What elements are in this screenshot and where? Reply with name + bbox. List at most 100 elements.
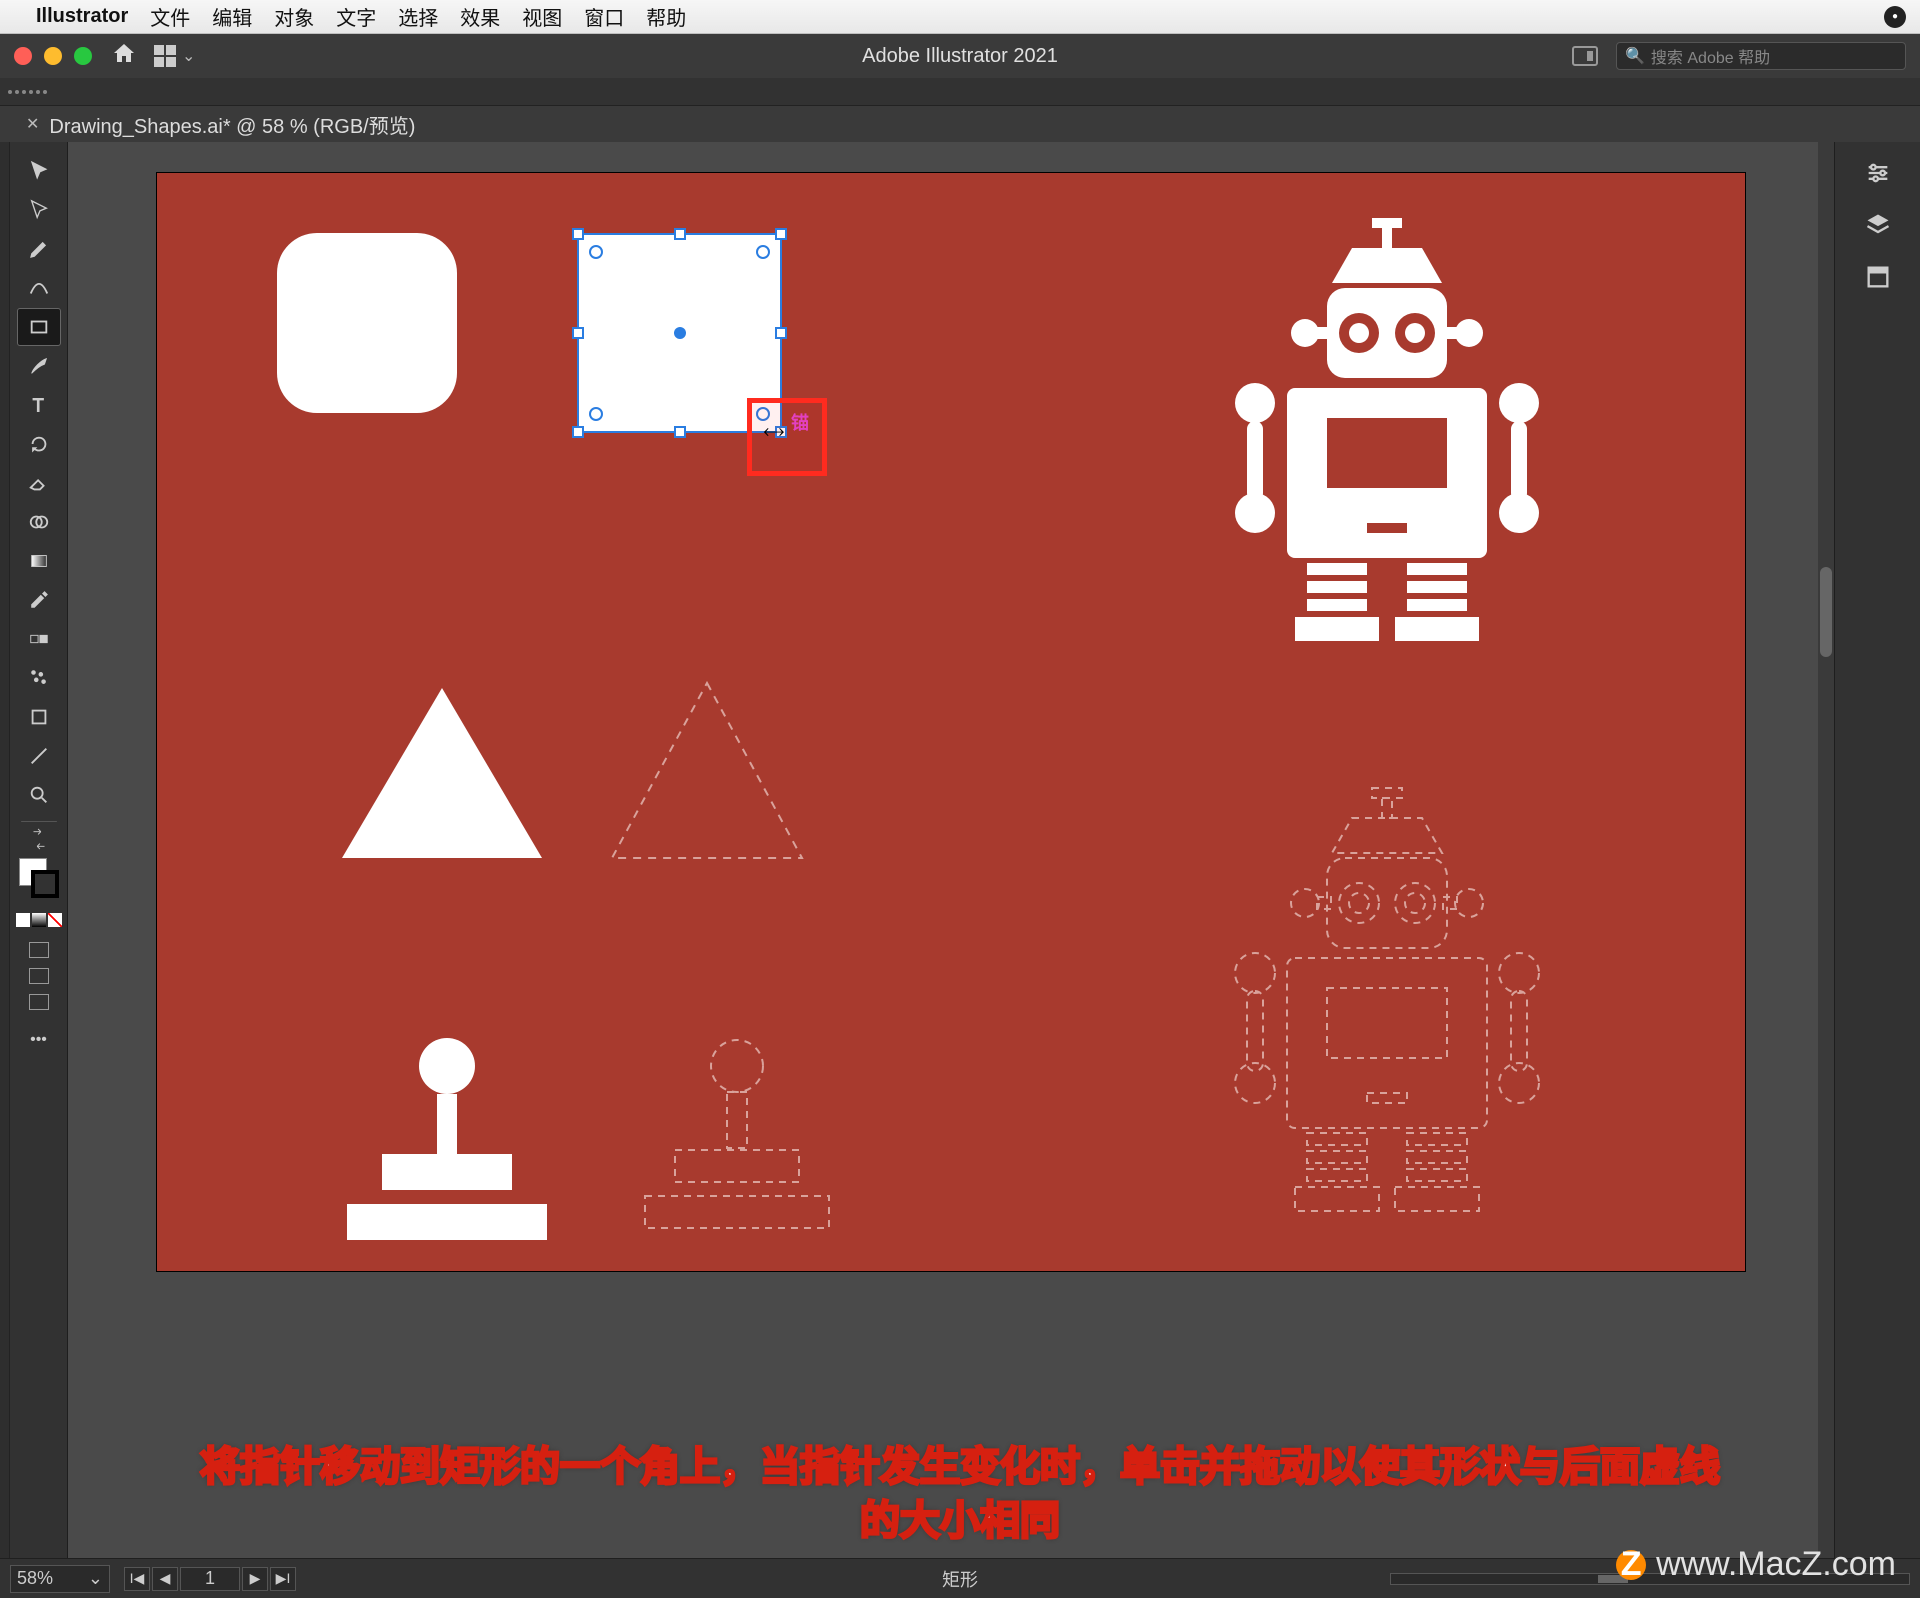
pen-tool[interactable] bbox=[17, 230, 61, 268]
curvature-tool[interactable] bbox=[17, 269, 61, 307]
selection-handle[interactable] bbox=[572, 228, 584, 240]
menu-window[interactable]: 窗口 bbox=[584, 2, 624, 31]
selection-tool[interactable] bbox=[17, 152, 61, 190]
shape-joystick-dashed[interactable] bbox=[627, 1038, 847, 1238]
zoom-value: 58% bbox=[17, 1568, 53, 1589]
transform-center-icon[interactable] bbox=[674, 327, 686, 339]
window-minimize-button[interactable] bbox=[44, 47, 62, 65]
selection-handle[interactable] bbox=[775, 228, 787, 240]
selection-handle[interactable] bbox=[674, 228, 686, 240]
symbol-sprayer-tool[interactable] bbox=[17, 659, 61, 697]
color-mode-gradient[interactable] bbox=[32, 913, 46, 927]
edit-toolbar-icon[interactable]: ••• bbox=[17, 1021, 61, 1059]
next-artboard-button[interactable]: ▶ bbox=[242, 1567, 268, 1591]
watermark-logo-icon: Z bbox=[1616, 1550, 1646, 1580]
last-artboard-button[interactable]: ▶I bbox=[270, 1567, 296, 1591]
cursor-tooltip: 锚 bbox=[791, 409, 809, 435]
draw-inside-icon[interactable] bbox=[29, 994, 49, 1010]
shape-builder-tool[interactable] bbox=[17, 503, 61, 541]
status-indicator-icon[interactable]: ● bbox=[1884, 6, 1906, 28]
eraser-tool[interactable] bbox=[17, 464, 61, 502]
menu-file[interactable]: 文件 bbox=[150, 2, 190, 31]
rectangle-tool[interactable] bbox=[17, 308, 61, 346]
live-corner-widget[interactable] bbox=[589, 245, 603, 259]
home-icon[interactable] bbox=[112, 41, 136, 71]
macos-menubar: Illustrator 文件 编辑 对象 文字 选择 效果 视图 窗口 帮助 ● bbox=[0, 0, 1920, 34]
selection-handle[interactable] bbox=[572, 426, 584, 438]
selection-handle[interactable] bbox=[572, 327, 584, 339]
rotate-tool[interactable] bbox=[17, 425, 61, 463]
menu-edit[interactable]: 编辑 bbox=[212, 2, 252, 31]
menu-type[interactable]: 文字 bbox=[336, 2, 376, 31]
live-corner-widget[interactable] bbox=[589, 407, 603, 421]
properties-icon[interactable] bbox=[1863, 160, 1893, 186]
paintbrush-tool[interactable] bbox=[17, 347, 61, 385]
prev-artboard-button[interactable]: ◀ bbox=[152, 1567, 178, 1591]
canvas-area[interactable]: ⤢ 锚 bbox=[68, 142, 1834, 1558]
menu-effect[interactable]: 效果 bbox=[460, 2, 500, 31]
selection-handle[interactable] bbox=[775, 327, 787, 339]
menubar-app-name[interactable]: Illustrator bbox=[36, 5, 128, 28]
gradient-tool[interactable] bbox=[17, 542, 61, 580]
draw-behind-icon[interactable] bbox=[29, 968, 49, 984]
help-search-input[interactable]: 🔍 搜索 Adobe 帮助 bbox=[1616, 42, 1906, 70]
document-tab[interactable]: ✕ Drawing_Shapes.ai* @ 58 % (RGB/预览) bbox=[12, 106, 429, 142]
blend-tool[interactable] bbox=[17, 620, 61, 658]
instruction-line-1: 将指针移动到矩形的一个角上，当指针发生变化时，单击并拖动以使其形状与后面虚线 bbox=[96, 1440, 1824, 1494]
shape-rounded-square[interactable] bbox=[277, 233, 457, 413]
layers-icon[interactable] bbox=[1863, 212, 1893, 238]
document-tab-bar: ✕ Drawing_Shapes.ai* @ 58 % (RGB/预览) bbox=[0, 106, 1920, 142]
artboard-number-input[interactable]: 1 bbox=[180, 1567, 240, 1591]
artboard[interactable]: ⤢ 锚 bbox=[156, 172, 1746, 1272]
search-icon: 🔍 bbox=[1625, 46, 1645, 66]
close-tab-icon[interactable]: ✕ bbox=[26, 114, 39, 134]
slice-tool[interactable] bbox=[17, 737, 61, 775]
live-corner-widget[interactable] bbox=[756, 245, 770, 259]
menu-select[interactable]: 选择 bbox=[398, 2, 438, 31]
dock-gutter bbox=[0, 142, 10, 1558]
workspace-switcher[interactable]: ⌄ bbox=[154, 45, 195, 67]
document-tab-label: Drawing_Shapes.ai* @ 58 % (RGB/预览) bbox=[49, 110, 415, 139]
selection-handle[interactable] bbox=[674, 426, 686, 438]
svg-text:T: T bbox=[32, 394, 43, 415]
window-close-button[interactable] bbox=[14, 47, 32, 65]
vertical-scrollbar[interactable] bbox=[1818, 142, 1834, 1558]
control-bar bbox=[0, 78, 1920, 106]
shape-joystick[interactable] bbox=[347, 1038, 547, 1240]
watermark: Z www.MacZ.com bbox=[1616, 1545, 1896, 1584]
tutorial-highlight bbox=[747, 398, 827, 476]
toolbar-separator bbox=[21, 821, 57, 822]
type-tool[interactable]: T bbox=[17, 386, 61, 424]
artboard-nav: I◀ ◀ 1 ▶ ▶I bbox=[124, 1567, 296, 1591]
app-titlebar: ⌄ Adobe Illustrator 2021 🔍 搜索 Adobe 帮助 bbox=[0, 34, 1920, 78]
fill-stroke-swap[interactable] bbox=[17, 829, 61, 849]
stroke-swatch[interactable] bbox=[31, 870, 59, 898]
panel-toggle-icon[interactable] bbox=[1572, 46, 1598, 66]
shape-robot-dashed[interactable] bbox=[1177, 773, 1597, 1323]
libraries-icon[interactable] bbox=[1863, 264, 1893, 290]
draw-normal-icon[interactable] bbox=[29, 942, 49, 958]
color-mode-none[interactable] bbox=[48, 913, 62, 927]
shape-robot[interactable] bbox=[1177, 203, 1597, 753]
color-mode-buttons[interactable] bbox=[16, 913, 62, 927]
window-maximize-button[interactable] bbox=[74, 47, 92, 65]
shape-triangle-dashed[interactable] bbox=[607, 678, 807, 863]
menu-view[interactable]: 视图 bbox=[522, 2, 562, 31]
artboard-tool[interactable] bbox=[17, 698, 61, 736]
drag-handle-icon[interactable] bbox=[8, 90, 47, 94]
menu-help[interactable]: 帮助 bbox=[646, 2, 686, 31]
tutorial-instruction: 将指针移动到矩形的一个角上，当指针发生变化时，单击并拖动以使其形状与后面虚线 的… bbox=[96, 1440, 1824, 1548]
eyedropper-tool[interactable] bbox=[17, 581, 61, 619]
zoom-tool[interactable] bbox=[17, 776, 61, 814]
fill-stroke-swatches[interactable] bbox=[19, 858, 59, 898]
zoom-level-input[interactable]: 58% ⌄ bbox=[10, 1565, 110, 1593]
direct-selection-tool[interactable] bbox=[17, 191, 61, 229]
shape-triangle[interactable] bbox=[342, 688, 542, 858]
first-artboard-button[interactable]: I◀ bbox=[124, 1567, 150, 1591]
menu-object[interactable]: 对象 bbox=[274, 2, 314, 31]
selection-type-label: 矩形 bbox=[942, 1566, 978, 1592]
color-mode-solid[interactable] bbox=[16, 913, 30, 927]
window-controls bbox=[14, 47, 92, 65]
chevron-down-icon: ⌄ bbox=[182, 46, 195, 66]
instruction-line-2: 的大小相同 bbox=[96, 1494, 1824, 1548]
